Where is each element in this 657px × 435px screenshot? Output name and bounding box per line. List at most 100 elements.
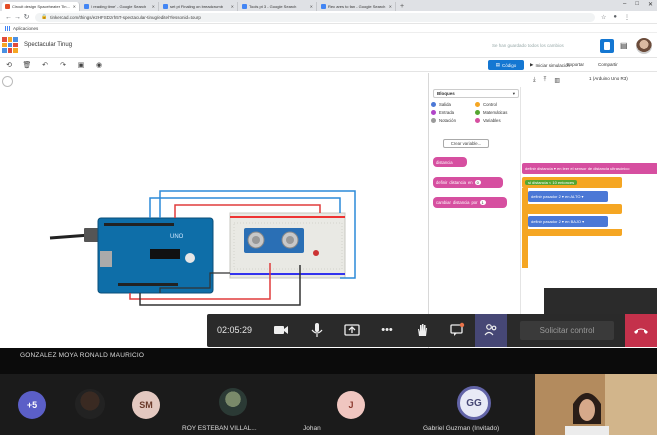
else-block[interactable] <box>522 204 622 214</box>
delete-icon[interactable]: 🗑 <box>18 61 36 69</box>
category-output[interactable]: Salida <box>431 101 475 107</box>
visibility-icon[interactable]: ◉ <box>90 61 108 69</box>
tab-label: Rec ares to fan - Google Search <box>328 4 386 9</box>
code-button-label: Código <box>502 62 517 68</box>
participant-video-tile[interactable] <box>535 374 657 435</box>
browser-tab[interactable]: Circuit design Spaceheater Tinug ✕ <box>2 2 80 11</box>
camera-icon[interactable] <box>273 322 289 338</box>
editor-mode-select[interactable]: ▾ Bloques <box>433 89 519 98</box>
condition-block[interactable]: si distancia < 10 entonces <box>525 180 578 185</box>
digital-write-high-block[interactable]: definir pasador 2 ▾ en ALTO ▾ <box>528 191 608 202</box>
rotate-icon[interactable]: ⟲ <box>0 61 18 69</box>
board-select[interactable]: 1 (Arduino Uno R3) <box>589 76 628 81</box>
undo-icon[interactable]: ↶ <box>36 61 54 69</box>
bookmark-apps[interactable]: Aplicaciones <box>13 26 38 31</box>
avatar: GG <box>457 386 491 420</box>
menu-icon[interactable]: ⋮ <box>624 14 630 21</box>
circuit-drawing[interactable]: UNO <box>0 73 428 348</box>
category-variables[interactable]: Variables <box>475 117 519 123</box>
redo-icon[interactable]: ↷ <box>54 61 72 69</box>
new-tab-button[interactable]: + <box>400 2 404 11</box>
tinkercad-logo[interactable] <box>2 37 18 53</box>
block-label: por <box>471 200 478 205</box>
chevron-down-icon: ▾ <box>512 91 515 96</box>
export-button[interactable]: Exportar <box>567 60 584 70</box>
chat-icon[interactable] <box>449 322 465 338</box>
user-avatar[interactable] <box>636 38 652 54</box>
screen: Circuit design Spaceheater Tinug ✕ \ rea… <box>0 0 657 435</box>
set-distance-block[interactable]: definir distancia ▾ en leer el sensor de… <box>522 163 657 174</box>
category-control[interactable]: Control <box>475 101 519 107</box>
variable-block[interactable]: distancia <box>433 157 467 167</box>
request-control-button[interactable]: Solicitar control <box>520 321 614 340</box>
participant-tile[interactable]: +5 <box>0 374 60 435</box>
more-options-icon[interactable]: ••• <box>379 322 395 338</box>
block-value[interactable]: 1 <box>479 200 486 205</box>
ultrasonic-sensor <box>244 228 304 253</box>
change-variable-block[interactable]: cambiar distancia por 1 <box>433 197 507 208</box>
block-value[interactable]: 0 <box>474 180 481 185</box>
close-tab-icon[interactable]: ✕ <box>73 4 76 9</box>
minimize-icon[interactable]: – <box>623 1 626 8</box>
code-button[interactable]: ▤ Código <box>488 60 524 70</box>
presenter-strip: GONZALEZ MOYA RONALD MAURICIO <box>0 348 657 374</box>
library-icon[interactable]: ▥ <box>554 77 560 84</box>
share-button[interactable]: Compartir <box>598 60 618 70</box>
serial-monitor-button[interactable] <box>544 288 657 315</box>
block-dropdown[interactable]: distancia <box>449 180 466 185</box>
category-dot-icon <box>431 109 436 115</box>
start-simulation-button[interactable]: ▶ Iniciar simulación <box>530 60 570 70</box>
microphone-icon[interactable] <box>309 322 325 338</box>
participant-tile[interactable]: SM <box>120 374 175 435</box>
browser-tab[interactable]: Rec ares to fan - Google Search ✕ <box>318 2 396 11</box>
category-dot-icon <box>475 117 480 123</box>
forward-icon[interactable]: → <box>13 14 22 21</box>
close-tab-icon[interactable]: ✕ <box>152 4 155 9</box>
raise-hand-icon[interactable] <box>414 322 430 338</box>
set-variable-block[interactable]: definir distancia en 0 <box>433 177 503 188</box>
project-title[interactable]: Spectacular Tinug <box>24 42 72 48</box>
browser-tab[interactable]: Tools pt 3 - Google Search ✕ <box>239 2 317 11</box>
share-screen-icon[interactable] <box>344 322 360 338</box>
lock-icon: 🔒 <box>41 14 48 20</box>
participants-button[interactable] <box>475 314 507 347</box>
close-tab-icon[interactable]: ✕ <box>389 4 392 9</box>
profile-icon[interactable]: ● <box>613 14 617 21</box>
if-block[interactable]: si distancia < 10 entonces <box>522 177 622 188</box>
list-view-icon[interactable]: ▤ <box>620 41 630 51</box>
category-label: Entrada <box>439 109 455 115</box>
close-window-icon[interactable]: ✕ <box>648 1 653 8</box>
participant-tile[interactable]: GG Gabriel Guzman (Invitado) <box>413 374 535 435</box>
browser-tab[interactable]: \ reading time' - Google Search ✕ <box>81 2 159 11</box>
tab-label: Tools pt 3 - Google Search <box>249 4 297 9</box>
participant-tile[interactable] <box>60 374 120 435</box>
category-input[interactable]: Entrada <box>431 109 475 115</box>
url-field[interactable]: 🔒 tinkercad.com/things/e2HFSDzrh5T-spect… <box>35 12 595 22</box>
bookmarks-bar: Aplicaciones <box>0 24 657 33</box>
code-icon: ▤ <box>495 62 500 67</box>
circuit-view-button[interactable] <box>600 39 614 53</box>
create-variable-button[interactable]: Crear variable... <box>443 139 489 148</box>
category-math[interactable]: Matemáticas <box>475 109 519 115</box>
notes-icon[interactable]: ▣ <box>72 61 90 69</box>
close-tab-icon[interactable]: ✕ <box>231 4 234 9</box>
avatar <box>75 389 105 419</box>
digital-write-low-block[interactable]: definir pasador 2 ▾ en BAJO ▾ <box>528 216 608 227</box>
back-icon[interactable]: ← <box>4 14 13 21</box>
more-participants-badge[interactable]: +5 <box>18 391 46 419</box>
download-icon[interactable]: ⤓ <box>533 77 536 84</box>
star-icon[interactable]: ☆ <box>601 14 606 21</box>
circuit-canvas[interactable]: UNO <box>0 73 428 348</box>
category-notation[interactable]: Notación <box>431 117 475 123</box>
participant-tile[interactable]: ROY ESTEBAN VILLAL... <box>175 374 293 435</box>
maximize-icon[interactable]: □ <box>635 1 639 8</box>
svg-text:UNO: UNO <box>170 234 184 240</box>
browser-tab[interactable]: set pt Finaling on breadcrumb ✕ <box>160 2 238 11</box>
google-favicon-icon <box>84 4 89 9</box>
reload-icon[interactable]: ↻ <box>22 13 31 21</box>
hang-up-button[interactable] <box>625 314 657 347</box>
participant-tile[interactable]: J Johan <box>293 374 413 435</box>
upload-icon[interactable]: ⤒ <box>544 77 547 84</box>
block-dropdown[interactable]: distancia <box>453 200 470 205</box>
close-tab-icon[interactable]: ✕ <box>310 4 313 9</box>
